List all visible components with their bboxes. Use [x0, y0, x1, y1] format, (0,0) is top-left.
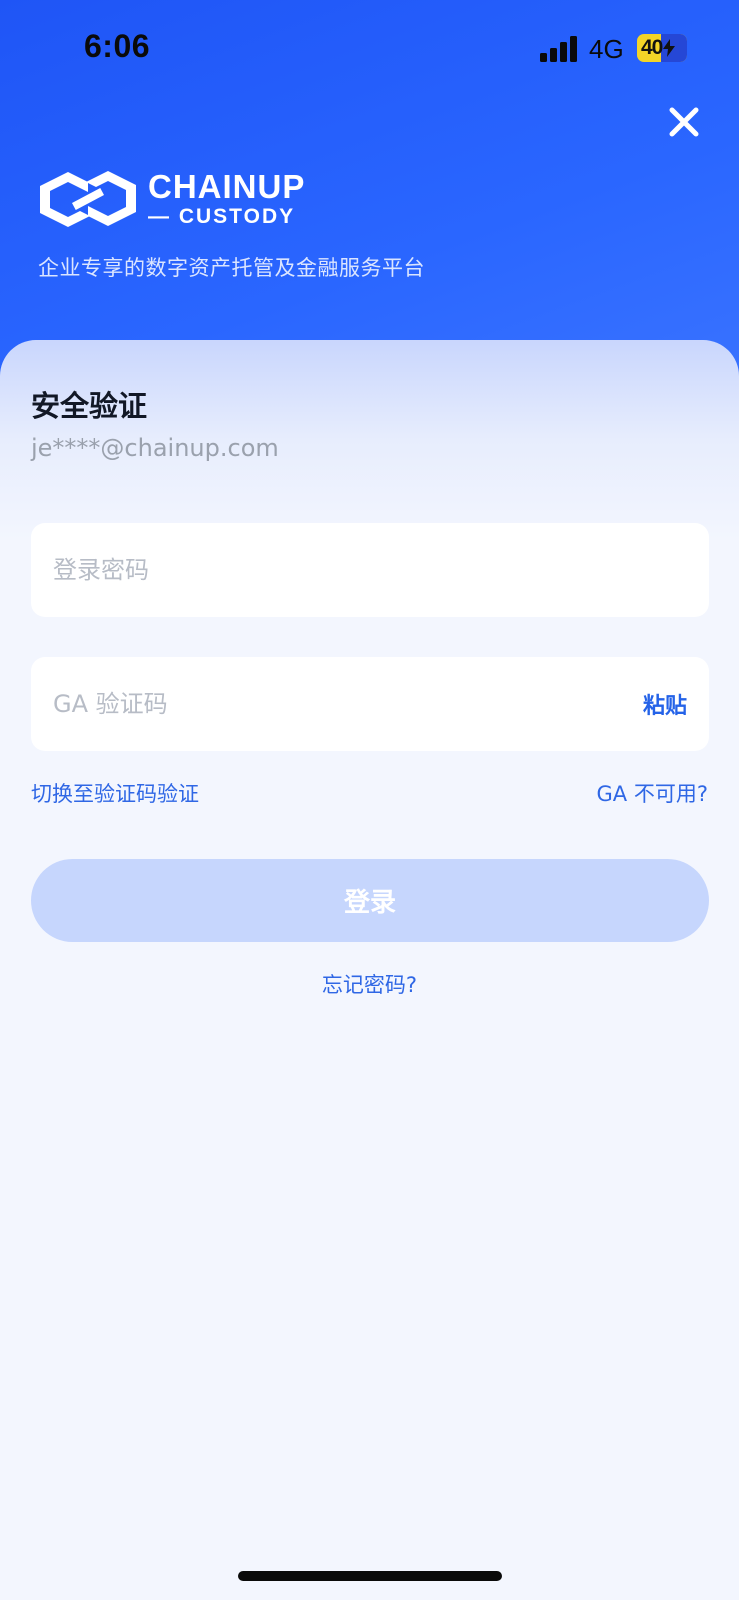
switch-verification-link[interactable]: 切换至验证码验证 — [31, 778, 199, 808]
brand-name: CHAINUP — [148, 168, 306, 205]
chainup-logo-icon — [40, 171, 136, 227]
forgot-password-link[interactable]: 忘记密码? — [0, 969, 739, 999]
status-bar: 6:06 4G 40 — [0, 0, 739, 100]
status-time: 6:06 — [84, 28, 151, 64]
brand-subname: — CUSTODY — [148, 205, 296, 228]
ga-unavailable-link[interactable]: GA 不可用? — [597, 778, 708, 808]
login-button[interactable]: 登录 — [31, 859, 709, 942]
home-indicator — [238, 1571, 502, 1581]
page-title: 安全验证 — [31, 389, 148, 423]
cellular-signal-icon — [540, 36, 577, 62]
paste-button[interactable]: 粘贴 — [643, 688, 687, 720]
tagline: 企业专享的数字资产托管及金融服务平台 — [38, 256, 425, 280]
charging-bolt-icon — [663, 39, 676, 57]
network-type: 4G — [589, 34, 624, 64]
battery-level: 40 — [641, 36, 663, 59]
account-email: je****@chainup.com — [31, 434, 279, 462]
ga-code-field-container[interactable]: 粘贴 — [31, 657, 709, 751]
password-field-container[interactable] — [31, 523, 709, 617]
ga-code-input[interactable] — [53, 690, 643, 718]
battery-icon: 40 — [637, 34, 687, 62]
password-input[interactable] — [53, 556, 687, 584]
close-icon[interactable] — [666, 104, 702, 140]
